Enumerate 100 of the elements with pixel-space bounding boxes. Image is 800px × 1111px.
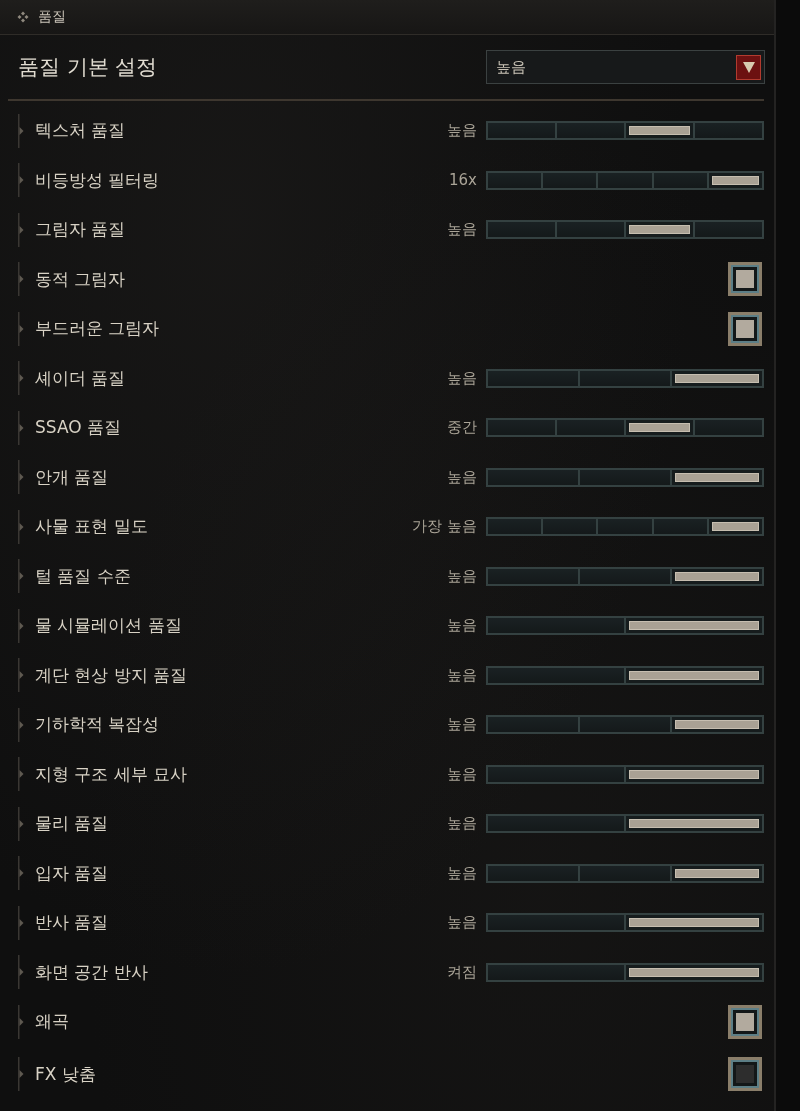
slider-track[interactable] bbox=[486, 467, 764, 487]
slider-segment[interactable] bbox=[626, 964, 762, 980]
setting-label: 화면 공간 반사 bbox=[35, 960, 148, 984]
slider-track[interactable] bbox=[486, 715, 764, 735]
caret-icon bbox=[18, 658, 24, 693]
slider-segment[interactable] bbox=[488, 469, 578, 485]
checkbox[interactable] bbox=[728, 1057, 762, 1092]
caret-icon bbox=[18, 212, 24, 247]
slider-segment[interactable] bbox=[626, 667, 762, 683]
slider-segment[interactable] bbox=[488, 816, 624, 832]
setting-label: 부드러운 그림자 bbox=[35, 317, 160, 341]
slider-track[interactable] bbox=[486, 121, 764, 141]
setting-value: 중간 bbox=[447, 418, 477, 438]
slider-segment[interactable] bbox=[708, 172, 762, 188]
slider-track[interactable] bbox=[486, 170, 764, 190]
slider-segment[interactable] bbox=[672, 469, 762, 485]
setting-value: 높음 bbox=[447, 467, 477, 487]
caret-icon bbox=[18, 509, 24, 544]
setting-label: 동적 그림자 bbox=[35, 267, 126, 291]
setting-value: 높음 bbox=[447, 616, 477, 636]
slider-segment[interactable] bbox=[580, 865, 670, 881]
preset-dropdown[interactable]: 높음 bbox=[486, 50, 765, 84]
slider-segment[interactable] bbox=[557, 420, 624, 436]
slider-segment[interactable] bbox=[580, 469, 670, 485]
setting-label: SSAO 품질 bbox=[35, 416, 121, 440]
slider-segment[interactable] bbox=[580, 568, 670, 584]
caret-icon bbox=[18, 361, 24, 396]
slider-segment[interactable] bbox=[626, 222, 693, 238]
slider-segment[interactable] bbox=[598, 172, 652, 188]
setting-label: 물 시뮬레이션 품질 bbox=[35, 614, 182, 638]
slider-segment[interactable] bbox=[543, 519, 597, 535]
checkbox[interactable] bbox=[728, 262, 762, 297]
slider-segment[interactable] bbox=[708, 519, 762, 535]
slider-segment[interactable] bbox=[672, 568, 762, 584]
slider-segment[interactable] bbox=[488, 172, 542, 188]
slider-segment[interactable] bbox=[672, 717, 762, 733]
slider-segment[interactable] bbox=[653, 172, 707, 188]
slider-segment[interactable] bbox=[626, 123, 693, 139]
slider-track[interactable] bbox=[486, 814, 764, 834]
setting-label: 비등방성 필터링 bbox=[35, 168, 160, 192]
checkbox[interactable] bbox=[728, 1004, 762, 1039]
slider-segment[interactable] bbox=[488, 222, 555, 238]
slider-segment[interactable] bbox=[488, 568, 578, 584]
slider-segment[interactable] bbox=[488, 865, 578, 881]
slider-segment[interactable] bbox=[580, 370, 670, 386]
slider-segment[interactable] bbox=[672, 370, 762, 386]
slider-track[interactable] bbox=[486, 517, 764, 537]
caret-icon bbox=[18, 559, 24, 594]
caret-icon bbox=[18, 410, 24, 445]
checkbox[interactable] bbox=[728, 311, 762, 346]
slider-segment[interactable] bbox=[695, 222, 762, 238]
slider-segment[interactable] bbox=[653, 519, 707, 535]
slider-track[interactable] bbox=[486, 863, 764, 883]
slider-track[interactable] bbox=[486, 616, 764, 636]
slider-segment[interactable] bbox=[557, 123, 624, 139]
slider-track[interactable] bbox=[486, 220, 764, 240]
caret-down-icon bbox=[742, 61, 755, 73]
slider-segment[interactable] bbox=[695, 123, 762, 139]
slider-track[interactable] bbox=[486, 368, 764, 388]
setting-label: 왜곡 bbox=[35, 1010, 69, 1034]
slider-segment[interactable] bbox=[626, 420, 693, 436]
slider-segment[interactable] bbox=[488, 420, 555, 436]
slider-segment[interactable] bbox=[580, 717, 670, 733]
slider-segment[interactable] bbox=[626, 618, 762, 634]
slider-segment[interactable] bbox=[626, 766, 762, 782]
slider-segment[interactable] bbox=[695, 420, 762, 436]
slider-segment[interactable] bbox=[598, 519, 652, 535]
slider-segment[interactable] bbox=[626, 915, 762, 931]
caret-icon bbox=[18, 707, 24, 742]
slider-segment[interactable] bbox=[488, 964, 624, 980]
setting-value: 높음 bbox=[447, 121, 477, 141]
slider-segment[interactable] bbox=[488, 370, 578, 386]
caret-icon bbox=[18, 1057, 24, 1092]
slider-segment[interactable] bbox=[488, 618, 624, 634]
setting-label: 지형 구조 세부 묘사 bbox=[35, 762, 188, 786]
slider-track[interactable] bbox=[486, 566, 764, 586]
setting-label: 계단 현상 방지 품질 bbox=[35, 663, 188, 687]
slider-segment[interactable] bbox=[543, 172, 597, 188]
dropdown-arrow-button[interactable] bbox=[736, 54, 761, 80]
setting-label: 텍스처 품질 bbox=[35, 119, 126, 143]
slider-track[interactable] bbox=[486, 764, 764, 784]
slider-segment[interactable] bbox=[488, 766, 624, 782]
slider-segment[interactable] bbox=[488, 519, 542, 535]
slider-segment[interactable] bbox=[488, 717, 578, 733]
slider-track[interactable] bbox=[486, 418, 764, 438]
slider-track[interactable] bbox=[486, 962, 764, 982]
slider-track[interactable] bbox=[486, 913, 764, 933]
slider-segment[interactable] bbox=[488, 123, 555, 139]
setting-label: 털 품질 수준 bbox=[35, 564, 131, 588]
slider-segment[interactable] bbox=[672, 865, 762, 881]
slider-segment[interactable] bbox=[626, 816, 762, 832]
caret-icon bbox=[18, 955, 24, 990]
setting-value: 높음 bbox=[447, 715, 477, 735]
slider-segment[interactable] bbox=[488, 915, 624, 931]
caret-icon bbox=[18, 608, 24, 643]
setting-label: 입자 품질 bbox=[35, 861, 109, 885]
slider-track[interactable] bbox=[486, 665, 764, 685]
slider-segment[interactable] bbox=[488, 667, 624, 683]
slider-segment[interactable] bbox=[557, 222, 624, 238]
setting-label: 물리 품질 bbox=[35, 812, 109, 836]
